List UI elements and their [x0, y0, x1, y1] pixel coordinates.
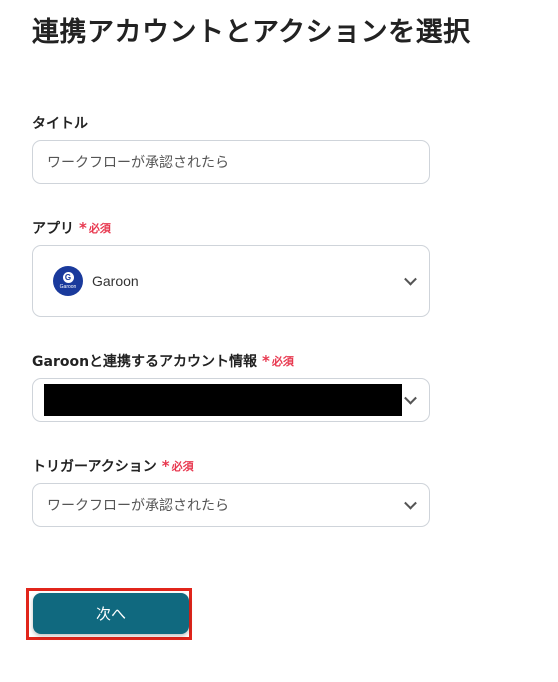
required-text: 必須 — [271, 355, 294, 368]
account-label: Garoonと連携するアカウント情報 * 必須 — [32, 351, 294, 371]
app-label: アプリ * 必須 — [32, 218, 111, 238]
redacted-account-value — [44, 384, 402, 416]
required-badge: * 必須 — [162, 458, 194, 474]
title-label: タイトル — [32, 113, 88, 133]
next-button[interactable]: 次へ — [33, 593, 189, 634]
title-label-text: タイトル — [32, 116, 88, 132]
page-title: 連携アカウントとアクションを選択 — [32, 17, 471, 48]
trigger-label-text: トリガーアクション — [32, 459, 157, 475]
trigger-select[interactable]: ワークフローが承認されたら — [32, 483, 430, 527]
required-badge: * 必須 — [262, 353, 294, 369]
chevron-down-icon[interactable] — [404, 391, 417, 405]
account-select[interactable] — [32, 378, 430, 422]
trigger-label: トリガーアクション * 必須 — [32, 456, 194, 476]
trigger-select-value: ワークフローが承認されたら — [47, 498, 229, 514]
required-text: 必須 — [88, 222, 111, 235]
title-field[interactable] — [32, 140, 430, 184]
garoon-logo-icon: G Garoon — [53, 266, 83, 296]
app-select[interactable]: G Garoon Garoon — [32, 245, 430, 317]
chevron-down-icon[interactable] — [404, 496, 417, 510]
required-badge: * 必須 — [79, 220, 111, 236]
required-text: 必須 — [171, 460, 194, 473]
app-label-text: アプリ — [32, 221, 74, 237]
account-label-text: Garoonと連携するアカウント情報 — [32, 354, 258, 370]
asterisk-icon: * — [79, 218, 87, 237]
asterisk-icon: * — [161, 456, 170, 475]
title-input[interactable] — [33, 154, 429, 170]
asterisk-icon: * — [262, 351, 270, 370]
garoon-logo-text: Garoon — [59, 284, 77, 290]
app-select-value: Garoon — [92, 273, 139, 289]
chevron-down-icon[interactable] — [404, 272, 417, 286]
garoon-logo-letter: G — [62, 272, 74, 283]
